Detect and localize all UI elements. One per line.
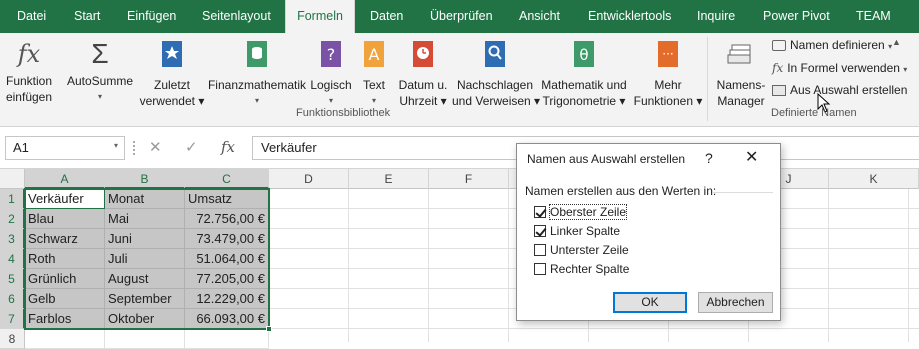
row-header[interactable]: 6 [0, 289, 25, 309]
use-in-formula-button[interactable]: fx In Formel verwenden ▾ [772, 61, 907, 75]
tab-ansicht[interactable]: Ansicht [519, 0, 560, 33]
text-book-icon: A [356, 39, 392, 73]
fx-small-icon: fx [772, 61, 784, 75]
selection-border [24, 188, 270, 330]
column-header[interactable]: C [185, 169, 269, 189]
tab-start[interactable]: Start [74, 0, 100, 33]
checkbox-right-column[interactable]: Rechter Spalte [534, 262, 629, 276]
svg-text:···: ··· [662, 47, 673, 61]
tab-datei[interactable]: Datei [17, 0, 46, 33]
column-header[interactable]: E [349, 169, 429, 189]
worksheet-grid[interactable]: A B C D E F G H I J K 1 2 3 4 5 6 7 8 Ve… [0, 169, 919, 349]
name-manager-button[interactable]: Namens- Manager [712, 39, 770, 109]
column-header[interactable]: K [829, 169, 919, 189]
define-name-button[interactable]: Namen definieren ▾ [772, 38, 892, 52]
checkbox-unchecked-icon[interactable] [534, 263, 546, 275]
confirm-entry-icon[interactable]: ✓ [185, 138, 198, 156]
ribbon-formeln: fx Funktion einfügen Σ AutoSumme ▾ Zulet… [0, 33, 919, 127]
tab-daten[interactable]: Daten [370, 0, 403, 33]
row-header[interactable]: 1 [0, 189, 25, 209]
ok-button[interactable]: OK [613, 292, 687, 313]
tab-inquire[interactable]: Inquire [697, 0, 735, 33]
create-from-selection-button[interactable]: Aus Auswahl erstellen [772, 83, 907, 97]
name-tags-icon [712, 39, 770, 73]
more-functions-button[interactable]: ··· Mehr Funktionen ▾ [630, 39, 706, 109]
cancel-button[interactable]: Abbrechen [698, 292, 773, 313]
name-box[interactable]: A1 [5, 136, 125, 160]
logical-button[interactable]: ? Logisch ▾ [309, 39, 353, 109]
financial-button[interactable]: Finanzmathematik ▾ [207, 39, 307, 109]
more-book-icon: ··· [630, 39, 706, 73]
table-cell[interactable] [185, 329, 269, 349]
group-label-defined-names: Definierte Namen [771, 107, 857, 119]
row-header[interactable]: 3 [0, 229, 25, 249]
table-cell[interactable] [105, 329, 185, 349]
clock-book-icon [394, 39, 452, 73]
tag-icon [772, 40, 786, 52]
row-header[interactable]: 7 [0, 309, 25, 329]
column-header[interactable]: D [269, 169, 349, 189]
row-header[interactable]: 5 [0, 269, 25, 289]
tab-team[interactable]: TEAM [856, 0, 891, 33]
column-header[interactable]: F [429, 169, 509, 189]
svg-text:θ: θ [579, 46, 588, 64]
tab-einfuegen[interactable]: Einfügen [127, 0, 176, 33]
row-header[interactable]: 4 [0, 249, 25, 269]
formula-bar: A1 ▾ ✕ ✓ fx Verkäufer [0, 127, 919, 169]
active-cell-border [25, 189, 105, 209]
ribbon-tab-bar: Datei Start Einfügen Seitenlayout Formel… [0, 0, 919, 33]
formula-bar-grip [133, 141, 135, 155]
namebox-dropdown-icon[interactable]: ▾ [114, 141, 118, 150]
tab-power-pivot[interactable]: Power Pivot [763, 0, 830, 33]
svg-text:?: ? [327, 45, 336, 64]
close-icon[interactable]: ✕ [745, 147, 758, 167]
select-all-corner[interactable] [0, 169, 25, 189]
fill-handle[interactable] [266, 326, 272, 332]
theta-book-icon: θ [538, 39, 630, 73]
create-names-icon [772, 85, 786, 97]
tab-ueberpruefen[interactable]: Überprüfen [430, 0, 493, 33]
group-label-function-library: Funktionsbibliothek [296, 107, 391, 119]
question-book-icon: ? [309, 39, 353, 73]
fx-icon: fx [17, 40, 41, 68]
tab-formeln[interactable]: Formeln [285, 0, 355, 33]
row-header[interactable]: 8 [0, 329, 25, 349]
checkbox-left-column[interactable]: Linker Spalte [534, 224, 620, 238]
financial-book-icon [207, 39, 307, 73]
table-cell[interactable] [25, 329, 105, 349]
autosum-button[interactable]: Σ AutoSumme ▾ [64, 39, 136, 105]
svg-text:A: A [369, 45, 380, 64]
create-names-dialog: Namen aus Auswahl erstellen ? ✕ Namen er… [516, 143, 781, 321]
checkbox-top-row[interactable]: Oberster Zeile [534, 204, 628, 220]
recently-used-button[interactable]: Zuletzt verwendet ▾ [137, 39, 207, 109]
lookup-reference-button[interactable]: Nachschlagen und Verweisen ▾ [452, 39, 540, 109]
row-header[interactable]: 2 [0, 209, 25, 229]
divider [713, 192, 773, 193]
help-icon[interactable]: ? [705, 150, 713, 166]
tab-entwicklertools[interactable]: Entwicklertools [588, 0, 671, 33]
checkbox-bottom-row[interactable]: Unterster Zeile [534, 243, 629, 257]
insert-function-icon[interactable]: fx [221, 138, 235, 156]
dialog-subtitle: Namen erstellen aus den Werten in: [525, 184, 717, 198]
text-button[interactable]: A Text ▾ [356, 39, 392, 109]
column-header[interactable]: A [25, 169, 105, 189]
date-time-button[interactable]: Datum u. Uhrzeit ▾ [394, 39, 452, 109]
insert-function-button[interactable]: fx Funktion einfügen [2, 39, 56, 105]
search-book-icon [452, 39, 538, 73]
cancel-entry-icon[interactable]: ✕ [149, 138, 162, 156]
checkbox-checked-icon[interactable] [534, 225, 546, 237]
sigma-icon: Σ [91, 38, 109, 69]
column-header[interactable]: B [105, 169, 185, 189]
star-book-icon [137, 39, 207, 73]
tab-seitenlayout[interactable]: Seitenlayout [202, 0, 271, 33]
math-trig-button[interactable]: θ Mathematik und Trigonometrie ▾ [538, 39, 630, 109]
group-separator [707, 37, 708, 121]
checkbox-checked-icon[interactable] [534, 206, 546, 218]
checkbox-unchecked-icon[interactable] [534, 244, 546, 256]
collapse-ribbon-icon[interactable]: ▲ [892, 37, 901, 47]
dialog-title: Namen aus Auswahl erstellen [527, 152, 686, 166]
